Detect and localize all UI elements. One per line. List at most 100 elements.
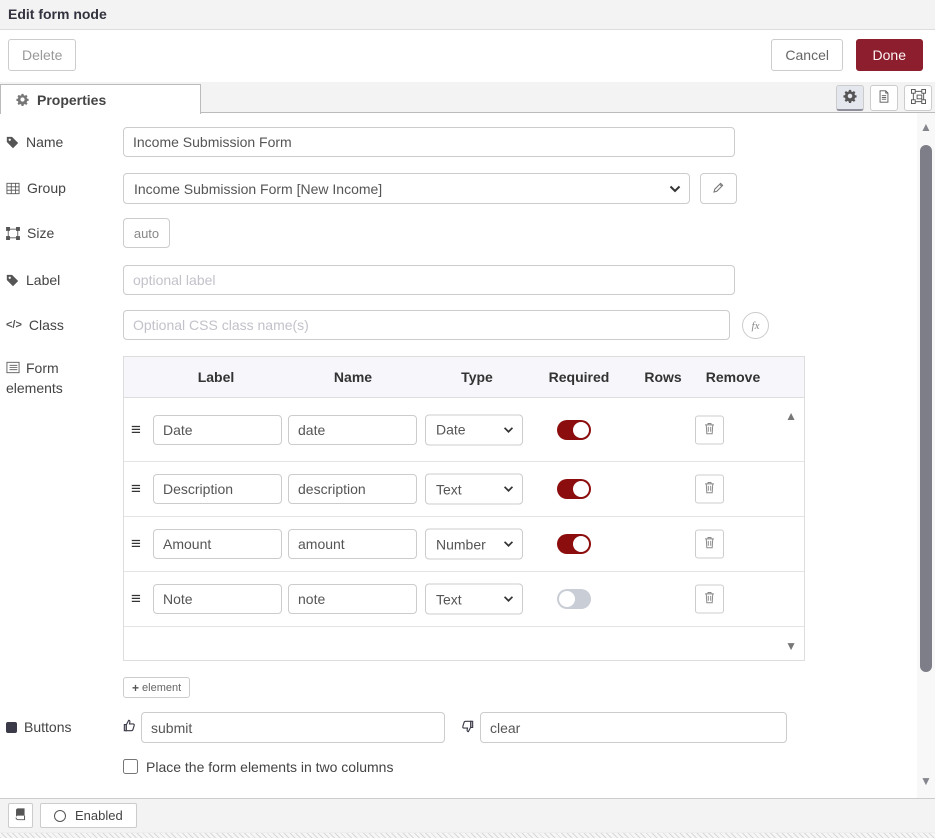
- column-header-label: Label: [198, 369, 235, 385]
- form-element-row: ≡ Text: [124, 462, 804, 517]
- trash-icon: [703, 591, 716, 608]
- delete-row-button[interactable]: [695, 415, 724, 444]
- tab-properties-label: Properties: [37, 92, 106, 108]
- element-name-input[interactable]: [288, 474, 417, 504]
- node-enabled-button[interactable]: Enabled: [40, 803, 137, 828]
- name-field-label: Name: [6, 134, 63, 150]
- element-label-input[interactable]: [153, 584, 282, 614]
- plus-icon: +: [132, 681, 139, 695]
- tag-icon: [6, 136, 19, 149]
- scroll-up-icon[interactable]: ▲: [917, 120, 935, 134]
- vertical-scrollbar[interactable]: ▲ ▼: [917, 113, 935, 798]
- element-type-select[interactable]: Date: [425, 414, 523, 445]
- object-group-icon: [6, 227, 20, 240]
- column-header-type: Type: [461, 369, 493, 385]
- two-columns-label: Place the form elements in two columns: [146, 759, 393, 775]
- column-header-rows: Rows: [644, 369, 681, 385]
- chevron-down-icon: [503, 541, 514, 548]
- list-icon: [6, 361, 20, 374]
- appearance-tab-button[interactable]: [904, 85, 932, 111]
- element-label-input[interactable]: [153, 415, 282, 445]
- description-tab-button[interactable]: [870, 85, 898, 111]
- gear-icon: [843, 89, 857, 106]
- gear-icon: [16, 93, 29, 106]
- delete-row-button[interactable]: [695, 530, 724, 559]
- form-elements-table-header: Label Name Type Required Rows Remove: [123, 356, 805, 398]
- chevron-down-icon: [503, 426, 514, 433]
- size-button[interactable]: auto: [123, 218, 170, 248]
- element-name-input[interactable]: [288, 584, 417, 614]
- pencil-icon: [712, 181, 725, 197]
- tab-icon-buttons: [836, 85, 932, 111]
- column-header-name: Name: [334, 369, 372, 385]
- circle-icon: [54, 810, 66, 822]
- form-elements-field-label: Form elements: [6, 358, 111, 398]
- done-button[interactable]: Done: [856, 39, 923, 71]
- group-field-label: Group: [6, 180, 66, 196]
- trash-icon: [703, 481, 716, 498]
- chevron-down-icon: [669, 185, 681, 193]
- element-label-input[interactable]: [153, 474, 282, 504]
- name-input[interactable]: [123, 127, 735, 157]
- clear-button-input[interactable]: [480, 712, 787, 743]
- chevron-down-icon: [503, 596, 514, 603]
- delete-row-button[interactable]: [695, 585, 724, 614]
- properties-tab-button[interactable]: [836, 85, 864, 111]
- column-header-remove: Remove: [706, 369, 760, 385]
- drag-handle-icon[interactable]: ≡: [131, 534, 141, 554]
- chevron-down-icon: [503, 486, 514, 493]
- class-input[interactable]: [123, 310, 730, 340]
- element-name-input[interactable]: [288, 415, 417, 445]
- edit-form-node-dialog: Edit form node Delete Cancel Done Proper…: [0, 0, 935, 838]
- required-toggle[interactable]: [557, 589, 591, 609]
- element-type-select[interactable]: Text: [425, 584, 523, 615]
- book-icon: [14, 807, 27, 824]
- table-icon: [6, 182, 20, 195]
- appearance-icon: [911, 89, 926, 107]
- group-select[interactable]: Income Submission Form [New Income]: [123, 173, 690, 204]
- form-element-row: ≡ Date: [124, 398, 804, 462]
- drag-handle-icon[interactable]: ≡: [131, 479, 141, 499]
- class-field-label: </> Class: [6, 317, 64, 333]
- add-element-button[interactable]: +element: [123, 677, 190, 698]
- tab-properties[interactable]: Properties: [0, 84, 201, 114]
- drag-handle-icon[interactable]: ≡: [131, 589, 141, 609]
- trash-icon: [703, 536, 716, 553]
- square-icon: [6, 722, 17, 733]
- drag-handle-icon[interactable]: ≡: [131, 420, 141, 440]
- tag-icon: [6, 274, 19, 287]
- label-field-label: Label: [6, 272, 60, 288]
- cancel-button[interactable]: Cancel: [771, 39, 843, 71]
- two-columns-checkbox[interactable]: [123, 759, 138, 774]
- scrollbar-thumb[interactable]: [920, 145, 932, 672]
- thumbs-up-icon: [122, 718, 137, 733]
- list-scroll-down-icon[interactable]: ▼: [785, 640, 797, 652]
- element-name-input[interactable]: [288, 529, 417, 559]
- delete-button[interactable]: Delete: [8, 39, 76, 71]
- element-label-input[interactable]: [153, 529, 282, 559]
- label-input[interactable]: [123, 265, 735, 295]
- required-toggle[interactable]: [557, 479, 591, 499]
- column-header-required: Required: [549, 369, 610, 385]
- thumbs-down-icon: [460, 719, 475, 734]
- expression-button[interactable]: fx: [742, 312, 769, 339]
- buttons-field-label: Buttons: [6, 719, 71, 735]
- element-type-select[interactable]: Number: [425, 529, 523, 560]
- form-element-row: ≡ Text: [124, 572, 804, 627]
- required-toggle[interactable]: [557, 420, 591, 440]
- scroll-down-icon[interactable]: ▼: [917, 774, 935, 788]
- form-elements-list: ≡ Date ≡ Te: [123, 398, 805, 661]
- resize-grip[interactable]: [0, 832, 935, 838]
- properties-panel: Name Group Income Submission Form [New I…: [0, 113, 935, 798]
- submit-button-input[interactable]: [141, 712, 445, 743]
- element-type-select[interactable]: Text: [425, 474, 523, 505]
- delete-row-button[interactable]: [695, 475, 724, 504]
- edit-group-button[interactable]: [700, 173, 737, 204]
- list-scroll-up-icon[interactable]: ▲: [785, 410, 797, 422]
- code-icon: </>: [6, 319, 22, 331]
- node-help-button[interactable]: [8, 803, 33, 828]
- enabled-label: Enabled: [75, 808, 123, 823]
- tab-bar: Properties: [0, 82, 935, 113]
- dialog-toolbar: Delete Cancel Done: [0, 31, 935, 82]
- required-toggle[interactable]: [557, 534, 591, 554]
